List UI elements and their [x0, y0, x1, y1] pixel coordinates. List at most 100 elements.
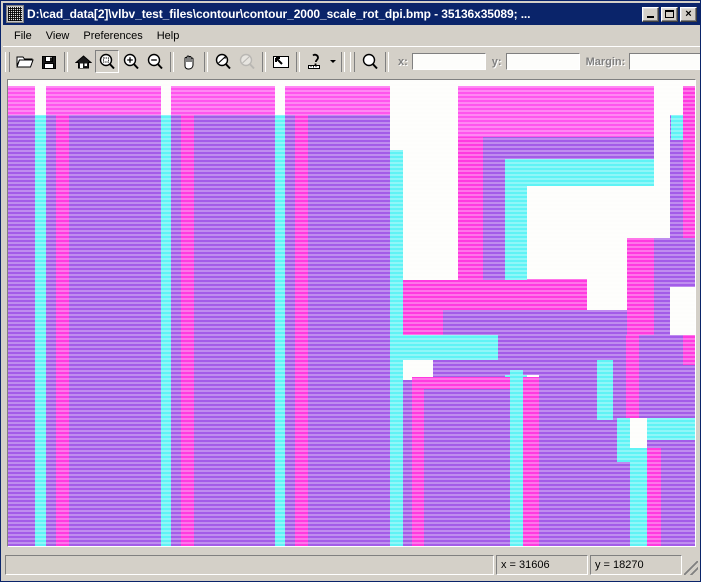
bitmap-region [8, 115, 35, 546]
magnifier-rotate-off-icon [239, 53, 255, 70]
bitmap-region [8, 86, 35, 115]
window-title: D:\cad_data[2]\vlbv_test_files\contour\c… [27, 7, 531, 21]
home-view-button[interactable] [71, 50, 95, 73]
bitmap-region [403, 335, 498, 360]
maximize-icon [665, 10, 674, 18]
toolbar-separator [296, 51, 300, 72]
x-input[interactable] [411, 53, 486, 70]
bitmap-region [295, 115, 308, 546]
bitmap-region [683, 335, 695, 365]
resize-grip[interactable] [684, 561, 698, 575]
magnifier-rotate-icon [215, 53, 231, 70]
magnifier-rect-icon [99, 53, 115, 70]
minimize-icon [647, 15, 654, 18]
bitmap-region [527, 279, 587, 310]
zoom-in-button[interactable] [119, 50, 143, 73]
bitmap-region [597, 360, 613, 420]
bitmap-region [613, 360, 626, 380]
bitmap-region [56, 115, 69, 546]
toolbar-separator [170, 51, 174, 72]
image-canvas-frame[interactable] [7, 79, 696, 547]
menu-bar: File View Preferences Help [3, 26, 700, 45]
menu-item-preferences[interactable]: Preferences [76, 28, 149, 44]
bitmap-canvas[interactable] [8, 80, 695, 546]
toolbar-separator [64, 51, 68, 72]
bitmap-region [46, 86, 161, 115]
toolbar: x: y: Margin: [3, 46, 700, 76]
home-icon [74, 54, 92, 68]
bitmap-region [403, 310, 443, 335]
bitmap-region [412, 377, 424, 546]
pan-button[interactable] [177, 50, 201, 73]
measure-button[interactable] [303, 50, 327, 73]
bitmap-region [647, 448, 661, 546]
bitmap-region [285, 86, 390, 115]
rotate-view-button[interactable] [211, 50, 235, 73]
ruler-question-icon [307, 53, 320, 69]
bitmap-region [69, 115, 161, 546]
close-button[interactable]: × [680, 6, 697, 22]
y-field-label: y: [491, 55, 502, 68]
bitmap-region [670, 238, 695, 287]
rotate-reset-button [235, 50, 259, 73]
zoom-rectangle-button[interactable] [95, 50, 119, 73]
bitmap-region [46, 115, 56, 546]
close-icon: × [685, 8, 692, 20]
y-input[interactable] [505, 53, 580, 70]
bitmap-region [390, 335, 403, 546]
toolbar-grip-2[interactable] [350, 51, 355, 72]
status-bar: x = 31606 y = 18270 [5, 553, 698, 577]
open-folder-icon [16, 56, 34, 68]
bitmap-region [523, 377, 539, 546]
toolbar-separator [385, 51, 389, 72]
bitmap-region [630, 448, 647, 546]
measure-dropdown-arrow[interactable] [327, 50, 338, 73]
minimize-button[interactable] [642, 6, 659, 22]
zoom-out-button[interactable] [143, 50, 167, 73]
floppy-disk-icon [42, 55, 56, 69]
hand-icon [184, 55, 194, 69]
margin-field-label: Margin: [585, 55, 626, 68]
arrow-select-icon [273, 55, 289, 68]
bitmap-region [181, 115, 194, 546]
status-message [5, 555, 494, 575]
window-controls: × [642, 6, 697, 22]
magnifier-plus-icon [123, 53, 139, 70]
find-button[interactable] [358, 50, 382, 73]
maximize-button[interactable] [661, 6, 678, 22]
bitmap-region [194, 115, 275, 546]
bitmap-region [661, 448, 695, 546]
bitmap-region [527, 186, 627, 279]
bitmap-region [275, 115, 285, 546]
select-region-button[interactable] [269, 50, 293, 73]
bitmap-region [510, 370, 523, 546]
open-file-button[interactable] [13, 50, 37, 73]
margin-input[interactable] [629, 53, 700, 70]
image-viewer-window: D:\cad_data[2]\vlbv_test_files\contour\c… [0, 0, 701, 582]
bitmap-region [35, 115, 46, 546]
app-bitmap-icon [6, 5, 24, 23]
magnifier-icon [362, 53, 378, 70]
status-y-readout: y = 18270 [590, 555, 682, 575]
x-field-label: x: [398, 55, 408, 68]
magnifier-minus-icon [147, 53, 163, 70]
toolbar-separator [341, 51, 345, 72]
toolbar-grip[interactable] [5, 51, 10, 72]
bitmap-region [403, 150, 458, 280]
bitmap-region [683, 287, 695, 335]
save-file-button[interactable] [37, 50, 61, 73]
title-bar: D:\cad_data[2]\vlbv_test_files\contour\c… [3, 3, 700, 25]
bitmap-region [458, 86, 654, 115]
bitmap-region [483, 137, 654, 159]
menu-item-help[interactable]: Help [150, 28, 187, 44]
menu-item-file[interactable]: File [7, 28, 39, 44]
bitmap-region [647, 418, 695, 440]
bitmap-region [617, 418, 630, 462]
bitmap-region [390, 115, 458, 150]
bitmap-region [308, 115, 390, 546]
menu-item-view[interactable]: View [39, 28, 77, 44]
bitmap-region [171, 115, 181, 546]
bitmap-region [161, 115, 171, 546]
bitmap-region [412, 377, 522, 389]
toolbar-separator [204, 51, 208, 72]
